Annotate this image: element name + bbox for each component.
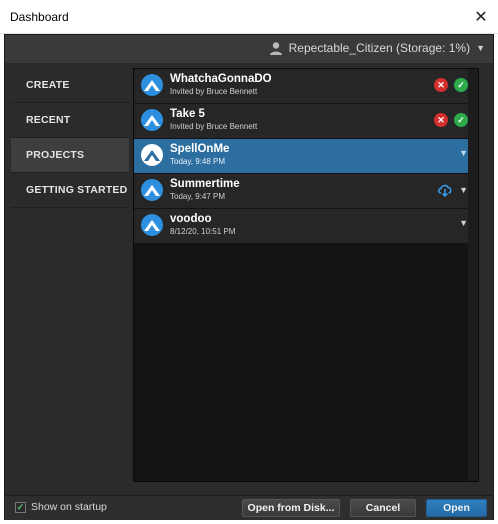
project-subtitle: Today, 9:48 PM: [170, 157, 225, 166]
dashboard-frame: Repectable_Citizen (Storage: 1%) ▼ CREAT…: [4, 34, 494, 520]
list-item[interactable]: voodoo 8/12/20, 10:51 PM ▼: [134, 209, 478, 244]
project-subtitle: 8/12/20, 10:51 PM: [170, 227, 236, 236]
decline-icon[interactable]: ✕: [434, 113, 448, 127]
show-on-startup-toggle[interactable]: ✓ Show on startup: [15, 501, 107, 513]
project-list-panel: WhatchaGonnaDO Invited by Bruce Bennett …: [133, 68, 479, 482]
title-bar: Dashboard ✕: [0, 0, 498, 34]
project-name: WhatchaGonnaDO: [170, 73, 272, 85]
chevron-down-icon[interactable]: ▼: [459, 148, 468, 158]
project-logo-icon: [141, 74, 163, 96]
project-logo-icon: [141, 144, 163, 166]
sidebar-item-label: CREATE: [26, 79, 70, 91]
show-on-startup-label: Show on startup: [31, 501, 107, 513]
sidebar-item-getting-started[interactable]: GETTING STARTED: [11, 173, 129, 208]
open-from-disk-button[interactable]: Open from Disk...: [242, 499, 340, 517]
cloud-download-icon[interactable]: [437, 183, 453, 197]
cancel-button[interactable]: Cancel: [350, 499, 416, 517]
show-on-startup-checkbox[interactable]: ✓: [15, 501, 26, 513]
project-name: Summertime: [170, 178, 240, 190]
sidebar-item-create[interactable]: CREATE: [11, 68, 129, 103]
scrollbar[interactable]: [468, 69, 478, 481]
project-subtitle: Invited by Bruce Bennett: [170, 87, 258, 96]
list-item[interactable]: WhatchaGonnaDO Invited by Bruce Bennett …: [134, 69, 478, 104]
user-icon: [269, 41, 283, 55]
accept-icon[interactable]: ✓: [454, 113, 468, 127]
sidebar-item-label: RECENT: [26, 114, 71, 126]
project-logo-icon: [141, 214, 163, 236]
top-bar: Repectable_Citizen (Storage: 1%) ▼: [5, 35, 493, 64]
project-logo-icon: [141, 109, 163, 131]
accept-icon[interactable]: ✓: [454, 78, 468, 92]
project-name: Take 5: [170, 108, 205, 120]
project-name: SpellOnMe: [170, 143, 230, 155]
account-menu[interactable]: Repectable_Citizen (Storage: 1%) ▼: [269, 41, 485, 55]
sidebar-item-label: GETTING STARTED: [26, 184, 128, 196]
list-item[interactable]: Summertime Today, 9:47 PM ▼: [134, 174, 478, 209]
footer-bar: ✓ Show on startup Open from Disk... Canc…: [5, 495, 493, 520]
sidebar: CREATE RECENT PROJECTS GETTING STARTED: [11, 68, 129, 208]
open-button[interactable]: Open: [426, 499, 487, 517]
close-icon[interactable]: ✕: [464, 0, 498, 33]
project-list: WhatchaGonnaDO Invited by Bruce Bennett …: [134, 69, 478, 244]
chevron-down-icon[interactable]: ▼: [459, 185, 468, 195]
dashboard-window: Dashboard ✕ Repectable_Citizen (Storage:…: [0, 0, 498, 524]
sidebar-item-recent[interactable]: RECENT: [11, 103, 129, 138]
sidebar-item-projects[interactable]: PROJECTS: [11, 138, 129, 173]
list-item[interactable]: SpellOnMe Today, 9:48 PM ▼: [134, 139, 478, 174]
decline-icon[interactable]: ✕: [434, 78, 448, 92]
list-item[interactable]: Take 5 Invited by Bruce Bennett ✕ ✓: [134, 104, 478, 139]
sidebar-item-label: PROJECTS: [26, 149, 85, 161]
project-logo-icon: [141, 179, 163, 201]
window-title: Dashboard: [10, 10, 69, 24]
chevron-down-icon[interactable]: ▼: [459, 218, 468, 228]
chevron-down-icon: ▼: [476, 43, 485, 53]
account-label: Repectable_Citizen (Storage: 1%): [288, 41, 471, 55]
project-subtitle: Invited by Bruce Bennett: [170, 122, 258, 131]
project-subtitle: Today, 9:47 PM: [170, 192, 225, 201]
project-name: voodoo: [170, 213, 212, 225]
